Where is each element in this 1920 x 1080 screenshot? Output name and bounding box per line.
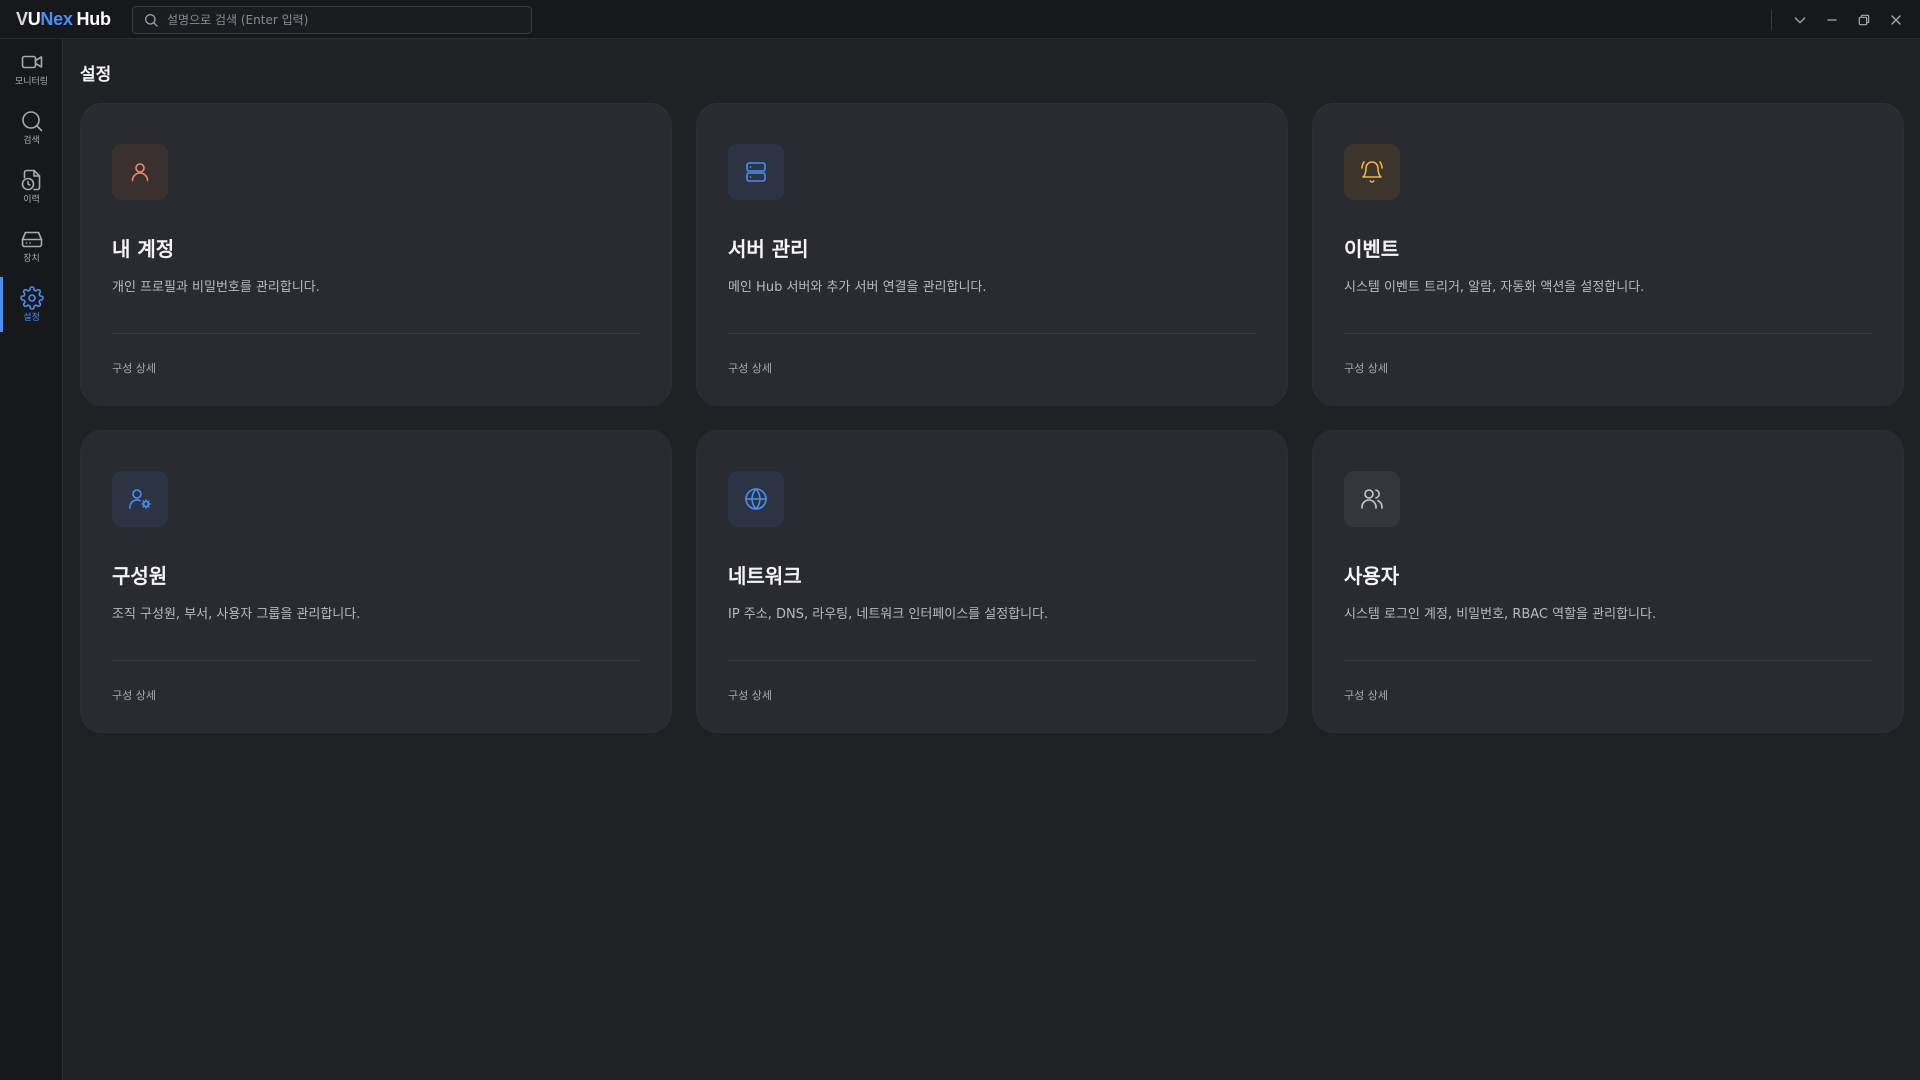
- card-description: 개인 프로필과 비밀번호를 관리합니다.: [112, 280, 320, 295]
- card-divider: [1344, 660, 1872, 661]
- sidebar-item-search[interactable]: 검색: [0, 98, 63, 157]
- card-icon-box: [112, 471, 168, 527]
- close-button[interactable]: [1880, 4, 1912, 36]
- user-cog-icon: [129, 489, 151, 509]
- card-title: 네트워크: [728, 564, 802, 588]
- card-icon-box: [1344, 471, 1400, 527]
- card-detail-link[interactable]: 구성 상세: [1344, 687, 1388, 703]
- minimize-icon: [1827, 18, 1837, 21]
- card-description: 메인 Hub 서버와 추가 서버 연결을 관리합니다.: [728, 280, 987, 295]
- card-divider: [112, 660, 640, 661]
- globe-icon: [745, 487, 767, 511]
- card-title: 구성원: [112, 564, 168, 588]
- logo-hub: Hub: [76, 8, 111, 29]
- search-box[interactable]: [132, 6, 532, 34]
- card-detail-link[interactable]: 구성 상세: [728, 360, 772, 376]
- logo-v: V: [16, 8, 28, 29]
- hard-drive-icon: [21, 231, 42, 247]
- card-detail-link[interactable]: 구성 상세: [728, 687, 772, 703]
- dropdown-button[interactable]: [1784, 4, 1816, 36]
- title-bar: V U Nex Hub: [0, 0, 1920, 39]
- search-icon: [145, 14, 158, 27]
- restore-button[interactable]: [1848, 4, 1880, 36]
- settings-card-grid: 내 계정 개인 프로필과 비밀번호를 관리합니다. 구성 상세 서버 관리 메인…: [80, 103, 1904, 733]
- card-divider: [112, 333, 640, 334]
- server-icon: [746, 162, 766, 182]
- sidebar-item-devices[interactable]: 장치: [0, 216, 63, 275]
- card-description: 조직 구성원, 부서, 사용자 그룹을 관리합니다.: [112, 607, 361, 622]
- search-icon: [21, 110, 42, 131]
- search-input[interactable]: [167, 13, 507, 27]
- card-title: 사용자: [1344, 564, 1400, 588]
- bell-ring-icon: [1361, 161, 1383, 183]
- window-controls: [1771, 0, 1912, 39]
- card-icon-box: [1344, 144, 1400, 200]
- sidebar-item-history[interactable]: 이력: [0, 157, 63, 216]
- chevron-down-icon: [1794, 16, 1806, 23]
- app-logo: V U Nex Hub: [0, 9, 132, 30]
- card-title: 내 계정: [112, 237, 175, 261]
- card-description: IP 주소, DNS, 라우팅, 네트워크 인터페이스를 설정합니다.: [728, 607, 1049, 622]
- card-my-account[interactable]: 내 계정 개인 프로필과 비밀번호를 관리합니다. 구성 상세: [80, 103, 672, 406]
- logo-nex: Nex: [40, 8, 73, 29]
- window-controls-divider: [1771, 9, 1772, 30]
- card-icon-box: [728, 144, 784, 200]
- card-detail-link[interactable]: 구성 상세: [112, 687, 156, 703]
- sidebar-item-label: 검색: [23, 135, 40, 146]
- logo-u: U: [27, 8, 41, 29]
- card-divider: [728, 333, 1256, 334]
- card-users[interactable]: 사용자 시스템 로그인 계정, 비밀번호, RBAC 역할을 관리합니다. 구성…: [1312, 430, 1904, 733]
- card-title: 서버 관리: [728, 237, 809, 261]
- card-description: 시스템 로그인 계정, 비밀번호, RBAC 역할을 관리합니다.: [1344, 607, 1657, 622]
- users-icon: [1361, 489, 1383, 509]
- history-clock-icon: [21, 169, 40, 190]
- card-detail-link[interactable]: 구성 상세: [1344, 360, 1388, 376]
- minimize-button[interactable]: [1816, 4, 1848, 36]
- card-icon-box: [728, 471, 784, 527]
- card-description: 시스템 이벤트 트리거, 알람, 자동화 액션을 설정합니다.: [1344, 280, 1645, 295]
- sidebar-item-label: 설정: [23, 312, 40, 323]
- restore-icon: [1858, 14, 1870, 25]
- card-server-management[interactable]: 서버 관리 메인 Hub 서버와 추가 서버 연결을 관리합니다. 구성 상세: [696, 103, 1288, 406]
- sidebar: 모니터링 검색 이력 장치 설정: [0, 39, 63, 1080]
- close-icon: [1891, 14, 1901, 25]
- card-divider: [728, 660, 1256, 661]
- card-divider: [1344, 333, 1872, 334]
- card-icon-box: [112, 144, 168, 200]
- sidebar-item-label: 이력: [23, 194, 40, 205]
- card-members[interactable]: 구성원 조직 구성원, 부서, 사용자 그룹을 관리합니다. 구성 상세: [80, 430, 672, 733]
- card-detail-link[interactable]: 구성 상세: [112, 360, 156, 376]
- sidebar-item-label: 모니터링: [14, 76, 49, 87]
- card-events[interactable]: 이벤트 시스템 이벤트 트리거, 알람, 자동화 액션을 설정합니다. 구성 상…: [1312, 103, 1904, 406]
- sidebar-item-settings[interactable]: 설정: [0, 275, 63, 334]
- sidebar-item-label: 장치: [23, 253, 40, 264]
- page-title: 설정: [80, 65, 112, 85]
- video-camera-icon: [21, 55, 42, 68]
- user-icon: [131, 163, 149, 182]
- gear-icon: [19, 285, 44, 310]
- sidebar-item-monitoring[interactable]: 모니터링: [0, 39, 63, 98]
- card-title: 이벤트: [1344, 237, 1400, 261]
- card-network[interactable]: 네트워크 IP 주소, DNS, 라우팅, 네트워크 인터페이스를 설정합니다.…: [696, 430, 1288, 733]
